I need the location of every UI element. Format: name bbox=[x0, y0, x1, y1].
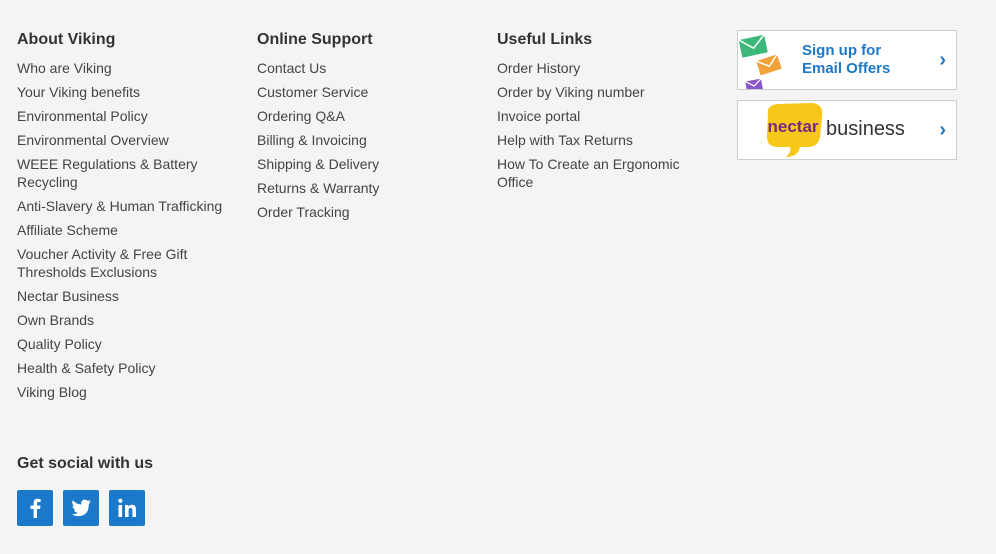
about-viking-link[interactable]: Viking Blog bbox=[17, 383, 227, 401]
list-item: Contact Us bbox=[257, 59, 477, 77]
online-support-link[interactable]: Returns & Warranty bbox=[257, 179, 467, 197]
nectar-business-label: business bbox=[826, 118, 905, 140]
online-support-heading: Online Support bbox=[257, 31, 373, 48]
list-item: Returns & Warranty bbox=[257, 179, 477, 197]
about-viking-link[interactable]: Voucher Activity & Free Gift Thresholds … bbox=[17, 245, 227, 281]
about-viking-link[interactable]: Environmental Policy bbox=[17, 107, 227, 125]
list-item: Health & Safety Policy bbox=[17, 359, 237, 377]
list-item: WEEE Regulations & Battery Recycling bbox=[17, 155, 237, 191]
list-item: Who are Viking bbox=[17, 59, 237, 77]
useful-links-link[interactable]: Help with Tax Returns bbox=[497, 131, 707, 149]
svg-text:nectar: nectar bbox=[767, 117, 818, 136]
email-offers-line2: Email Offers bbox=[802, 60, 891, 77]
about-viking-link[interactable]: Your Viking benefits bbox=[17, 83, 227, 101]
list-item: Billing & Invoicing bbox=[257, 131, 477, 149]
about-viking-link[interactable]: Who are Viking bbox=[17, 59, 227, 77]
list-item: Voucher Activity & Free Gift Thresholds … bbox=[17, 245, 237, 281]
online-support-links: Contact Us Customer Service Ordering Q&A Bi… bbox=[257, 59, 477, 221]
nectar-business-banner[interactable]: nectar business › bbox=[737, 100, 957, 160]
online-support-link[interactable]: Customer Service bbox=[257, 83, 467, 101]
useful-links-link[interactable]: How To Create an Ergonomic Office bbox=[497, 155, 707, 191]
social-heading: Get social with us bbox=[17, 455, 154, 472]
list-item: Your Viking benefits bbox=[17, 83, 237, 101]
list-item: Help with Tax Returns bbox=[497, 131, 727, 149]
about-viking-heading: About Viking bbox=[17, 31, 116, 48]
online-support-link[interactable]: Ordering Q&A bbox=[257, 107, 467, 125]
email-offers-banner[interactable]: Sign up for Email Offers › bbox=[737, 30, 957, 90]
list-item: Customer Service bbox=[257, 83, 477, 101]
email-offers-line1: Sign up for bbox=[802, 42, 882, 59]
list-item: Nectar Business bbox=[17, 287, 237, 305]
list-item: Invoice portal bbox=[497, 107, 727, 125]
chevron-right-icon: › bbox=[939, 119, 946, 141]
list-item: Own Brands bbox=[17, 311, 237, 329]
facebook-icon[interactable] bbox=[17, 490, 53, 526]
useful-links-link[interactable]: Invoice portal bbox=[497, 107, 707, 125]
online-support-link[interactable]: Billing & Invoicing bbox=[257, 131, 467, 149]
useful-links-link[interactable]: Order by Viking number bbox=[497, 83, 707, 101]
online-support-link[interactable]: Shipping & Delivery bbox=[257, 155, 467, 173]
envelopes-icon bbox=[738, 34, 782, 89]
twitter-icon[interactable] bbox=[63, 490, 99, 526]
about-viking-links: Who are Viking Your Viking benefits Enviro… bbox=[17, 59, 237, 401]
nectar-logo: nectar bbox=[766, 103, 823, 157]
list-item: How To Create an Ergonomic Office bbox=[497, 155, 727, 191]
online-support-link[interactable]: Contact Us bbox=[257, 59, 467, 77]
list-item: Viking Blog bbox=[17, 383, 237, 401]
about-viking-link[interactable]: Quality Policy bbox=[17, 335, 227, 353]
list-item: Environmental Policy bbox=[17, 107, 237, 125]
social-icons bbox=[17, 490, 153, 526]
chevron-right-icon: › bbox=[939, 49, 946, 71]
list-item: Affiliate Scheme bbox=[17, 221, 237, 239]
about-viking-link[interactable]: Affiliate Scheme bbox=[17, 221, 227, 239]
online-support-link[interactable]: Order Tracking bbox=[257, 203, 467, 221]
about-viking-link[interactable]: WEEE Regulations & Battery Recycling bbox=[17, 155, 227, 191]
online-support-column: Online Support Contact Us Customer Servic… bbox=[257, 30, 477, 227]
list-item: Order Tracking bbox=[257, 203, 477, 221]
list-item: Environmental Overview bbox=[17, 131, 237, 149]
email-offers-text: Sign up for Email Offers bbox=[802, 42, 890, 78]
list-item: Anti-Slavery & Human Trafficking bbox=[17, 197, 237, 215]
social-section: Get social with us bbox=[17, 454, 153, 526]
about-viking-link[interactable]: Anti-Slavery & Human Trafficking bbox=[17, 197, 227, 215]
about-viking-link[interactable]: Nectar Business bbox=[17, 287, 227, 305]
list-item: Quality Policy bbox=[17, 335, 237, 353]
useful-links-heading: Useful Links bbox=[497, 31, 593, 48]
useful-links-link[interactable]: Order History bbox=[497, 59, 707, 77]
list-item: Order by Viking number bbox=[497, 83, 727, 101]
linkedin-icon[interactable] bbox=[109, 490, 145, 526]
about-viking-link[interactable]: Environmental Overview bbox=[17, 131, 227, 149]
about-viking-column: About Viking Who are Viking Your Viking b… bbox=[17, 30, 237, 407]
about-viking-link[interactable]: Health & Safety Policy bbox=[17, 359, 227, 377]
useful-links-list: Order History Order by Viking number Invoi… bbox=[497, 59, 727, 191]
list-item: Order History bbox=[497, 59, 727, 77]
list-item: Ordering Q&A bbox=[257, 107, 477, 125]
list-item: Shipping & Delivery bbox=[257, 155, 477, 173]
useful-links-column: Useful Links Order History Order by Vikin… bbox=[497, 30, 727, 197]
about-viking-link[interactable]: Own Brands bbox=[17, 311, 227, 329]
